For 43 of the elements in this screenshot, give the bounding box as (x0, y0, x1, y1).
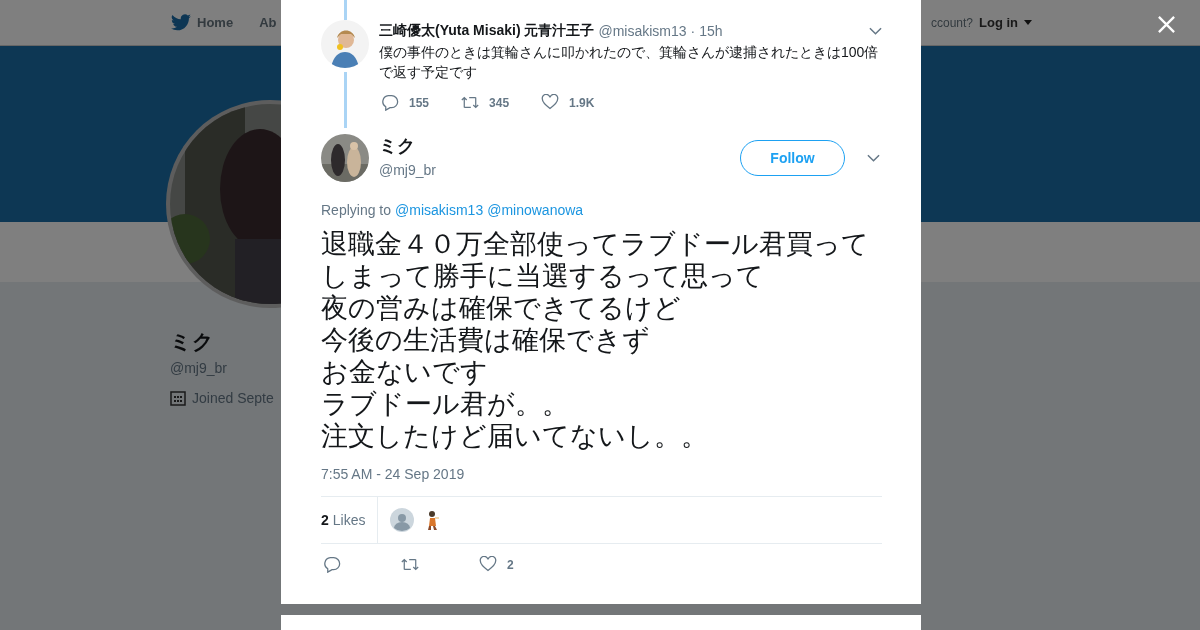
retweet-icon[interactable] (401, 556, 419, 573)
author-name: ミク (379, 135, 416, 158)
tweet-text: 今後の生活費は確保できず (321, 324, 651, 356)
caret-icon (1024, 20, 1032, 25)
login-link[interactable]: Log in (979, 15, 1018, 30)
reply-count: 155 (409, 95, 430, 110)
tweet-text: 退職金４０万全部使ってラブドール君買ってしまって勝手に当選するって思って (321, 228, 870, 292)
account-prompt: ccount? (930, 15, 973, 30)
author-name: 三崎優太(Yuta Misaki) 元青汁王子 (379, 22, 595, 40)
chevron-icon[interactable] (869, 27, 882, 35)
mention-link[interactable]: @misakism13 (395, 202, 484, 218)
calendar-icon (170, 390, 186, 406)
profile-name: ミク (170, 329, 215, 355)
tweet-text: 僕の事件のときは箕輪さんに叩かれたので、箕輪さんが逮捕されたときは100倍で返す予定です (379, 43, 880, 82)
joined-date: Joined Septe (192, 390, 274, 406)
home-link[interactable]: Home (197, 15, 234, 30)
chevron-icon[interactable] (867, 154, 880, 162)
bird-icon[interactable] (171, 14, 191, 31)
tweet-text: ラブドール君が。。 (321, 388, 570, 420)
likes-count: 2 (321, 512, 329, 528)
heart-icon[interactable] (541, 94, 560, 111)
author-handle: @misakism13 (598, 23, 687, 39)
like-count: 1.9K (569, 95, 595, 110)
replying-label: Replying to (321, 202, 392, 218)
tweet-text: お金ないです (321, 356, 489, 388)
mention-link[interactable]: @minowanowa (487, 202, 584, 218)
like-count: 2 (507, 557, 514, 572)
reply-icon[interactable] (381, 94, 399, 111)
default-avatar-icon[interactable] (390, 508, 415, 532)
close-icon[interactable] (1157, 15, 1176, 34)
retweet-count: 345 (489, 95, 510, 110)
retweet-icon[interactable] (461, 94, 480, 111)
reply-icon[interactable] (323, 556, 341, 573)
likes-label: Likes (332, 512, 366, 528)
tweet-time: · 15h (690, 23, 723, 39)
tweet-text: 夜の営みは確保できてるけど (321, 292, 682, 324)
heart-icon[interactable] (479, 556, 497, 573)
author-handle: @mj9_br (379, 162, 437, 178)
tweet-text: 注文したけど届いてないし。。 (321, 420, 709, 452)
about-link[interactable]: Ab (259, 15, 277, 30)
follow-button[interactable]: Follow (740, 140, 845, 176)
profile-handle: @mj9_br (170, 360, 228, 376)
tweet-timestamp: 7:55 AM - 24 Sep 2019 (321, 466, 466, 482)
